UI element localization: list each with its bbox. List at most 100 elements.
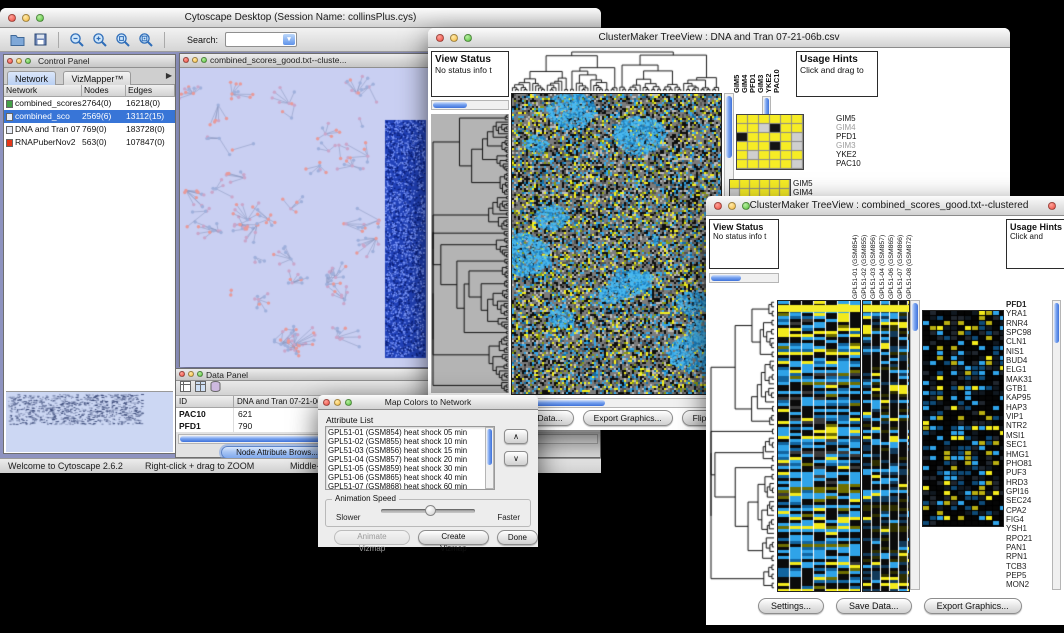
gene-label[interactable]: PFD1 [836,132,861,141]
gene-label[interactable]: NIS1 [1006,347,1050,356]
row-dendrogram[interactable] [709,300,775,590]
column-label[interactable]: GPL51-02 (GSM855) [861,216,870,299]
gene-label[interactable]: HMG1 [1006,450,1050,459]
zoom-button[interactable] [464,34,472,42]
scrollbar-thumb[interactable] [711,275,741,281]
horizontal-scrollbar[interactable] [709,273,779,283]
gene-label[interactable]: MON2 [1006,580,1050,589]
minimize-button[interactable] [334,399,341,406]
zoom-in-icon[interactable] [90,30,110,49]
network-list-row[interactable]: DNA and Tran 07 769(0) 183728(0) [4,123,175,136]
zoom-heatmap-canvas[interactable] [922,310,1004,527]
gene-label[interactable]: FIG4 [1006,515,1050,524]
minimize-button[interactable] [22,14,30,22]
gene-label[interactable]: NTR2 [1006,421,1050,430]
gene-label[interactable]: SEC24 [1006,496,1050,505]
control-panel-titlebar[interactable]: Control Panel [4,55,175,68]
gene-label[interactable]: GIM3 [836,141,861,150]
save-icon[interactable] [30,30,50,49]
gene-label[interactable]: YSH1 [1006,524,1050,533]
column-label[interactable]: GIM4 [740,49,748,93]
tab-overflow-arrow-icon[interactable]: ▶ [166,71,172,80]
slider-thumb[interactable] [425,505,436,516]
gene-label[interactable]: MSI1 [1006,431,1050,440]
maximize-icon[interactable] [197,371,203,377]
column-label[interactable]: GPL51-07 (GSM866) [897,216,906,299]
gene-label[interactable]: RPN1 [1006,552,1050,561]
vertical-scrollbar[interactable] [910,300,920,590]
table-icon[interactable] [180,379,191,397]
row-dendrogram[interactable] [431,114,509,393]
gene-label[interactable]: GIM5 [836,114,861,123]
gene-label[interactable]: SEC1 [1006,440,1050,449]
title-bar[interactable]: ClusterMaker TreeView : DNA and Tran 07-… [428,28,1010,48]
node-attribute-browser-button[interactable]: Node Attribute Brows... [221,446,333,458]
attribute-list-item[interactable]: GPL51-03 (GSM856) heat shock 15 min [328,446,492,455]
gene-label[interactable]: PFD1 [1006,300,1050,309]
column-label[interactable]: GIM5 [732,49,740,93]
title-bar[interactable]: ClusterMaker TreeView : combined_scores_… [706,196,1064,216]
heatmap-canvas[interactable] [511,93,722,395]
gene-label[interactable]: SPC98 [1006,328,1050,337]
gene-label[interactable]: YKE2 [836,150,861,159]
column-label[interactable]: PFD1 [748,49,756,93]
gene-label[interactable]: PUF3 [1006,468,1050,477]
scrollbar-thumb[interactable] [487,429,492,465]
dialog-button[interactable]: Create Vizmap [418,530,489,545]
attribute-table-icon[interactable] [195,379,206,397]
treeview-button[interactable]: Save Data... [836,598,912,614]
minimize-icon[interactable] [192,57,198,63]
move-down-button[interactable]: ∨ [504,451,528,466]
column-label[interactable]: GPL51-01 (GSM854) [852,216,861,299]
minimize-icon[interactable] [16,58,22,64]
scrollbar-thumb[interactable] [1054,303,1059,343]
close-button[interactable] [323,399,330,406]
title-bar[interactable]: Cytoscape Desktop (Session Name: collins… [0,8,601,28]
column-label[interactable]: GPL51-08 (GSM872) [906,216,915,299]
horizontal-scrollbar[interactable] [511,398,722,408]
network-list-row[interactable]: RNAPuberNov2 563(0) 107847(0) [4,136,175,149]
minimize-icon[interactable] [188,371,194,377]
close-icon[interactable] [179,371,185,377]
gene-label[interactable]: GIM5 [793,179,818,188]
gene-label[interactable]: CLN1 [1006,337,1050,346]
gene-label[interactable]: PAN1 [1006,543,1050,552]
minimize-button[interactable] [450,34,458,42]
gene-label[interactable]: PHO81 [1006,459,1050,468]
column-dendrogram[interactable] [511,50,720,92]
move-up-button[interactable]: ∧ [504,429,528,444]
attribute-list-item[interactable]: GPL51-05 (GSM859) heat shock 30 min [328,464,492,473]
close-button[interactable] [436,34,444,42]
gene-label[interactable]: ELG1 [1006,365,1050,374]
attribute-list-item[interactable]: GPL51-02 (GSM855) heat shock 10 min [328,437,492,446]
header-nodes[interactable]: Nodes [82,85,126,96]
minimize-button[interactable] [728,202,736,210]
tab[interactable]: VizMapper™ [63,71,131,85]
global-heatmap-canvas[interactable] [777,300,861,592]
column-label[interactable]: GPL51-04 (GSM857) [879,216,888,299]
gene-label[interactable]: BUD4 [1006,356,1050,365]
close-icon[interactable] [183,57,189,63]
maximize-icon[interactable] [25,58,31,64]
zoom-selected-icon[interactable] [113,30,133,49]
gene-label[interactable]: PAC10 [836,159,861,168]
similarity-matrix[interactable] [736,114,804,170]
tab[interactable]: Network [7,71,56,85]
close-icon[interactable] [7,58,13,64]
title-bar[interactable]: Map Colors to Network [318,395,538,410]
gene-label[interactable]: YRA1 [1006,309,1050,318]
attribute-list-item[interactable]: GPL51-04 (GSM857) heat shock 20 min [328,455,492,464]
gene-label[interactable]: MAK31 [1006,375,1050,384]
treeview-button[interactable]: Export Graphics... [583,410,673,426]
header-edges[interactable]: Edges [126,85,175,96]
network-canvas[interactable] [180,68,428,367]
zoom-button[interactable] [345,399,352,406]
zoom-button[interactable] [36,14,44,22]
maximize-icon[interactable] [201,57,207,63]
open-folder-icon[interactable] [7,30,27,49]
attribute-list[interactable]: GPL51-01 (GSM854) heat shock 05 minGPL51… [325,426,495,490]
column-label[interactable]: GPL51-03 (GSM856) [870,216,879,299]
gene-label[interactable]: GIM4 [836,123,861,132]
matrix-icon[interactable] [210,379,221,397]
gene-label[interactable]: KAP95 [1006,393,1050,402]
